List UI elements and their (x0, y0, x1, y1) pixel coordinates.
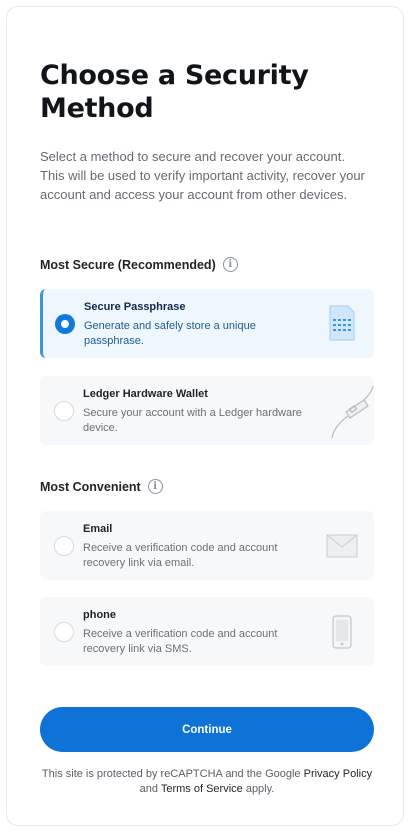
option-secure-passphrase[interactable]: Secure Passphrase Generate and safely st… (40, 289, 374, 358)
option-description: Receive a verification code and account … (83, 542, 278, 569)
legal-and: and (139, 782, 161, 795)
option-description: Generate and safely store a unique passp… (84, 320, 256, 347)
info-icon[interactable]: i (147, 479, 163, 494)
option-ledger-hardware-wallet[interactable]: Ledger Hardware Wallet Secure your accou… (40, 376, 374, 445)
security-method-card: Choose a Security Method Select a method… (6, 6, 404, 826)
radio-unselected[interactable] (54, 536, 74, 556)
page-description: Select a method to secure and recover yo… (40, 149, 365, 202)
section-heading-label: Most Secure (Recommended) (40, 257, 216, 272)
section-heading-most-secure: Most Secure (Recommended) i (40, 257, 238, 272)
info-icon[interactable]: i (222, 257, 238, 272)
radio-unselected[interactable] (54, 622, 74, 642)
recaptcha-notice: This site is protected by reCAPTCHA and … (40, 767, 374, 796)
continue-button[interactable]: Continue (40, 707, 374, 752)
option-email[interactable]: Email Receive a verification code and ac… (40, 511, 374, 580)
section-heading-most-convenient: Most Convenient i (40, 479, 163, 494)
option-phone[interactable]: phone Receive a verification code and ac… (40, 597, 374, 666)
smartphone-icon (332, 615, 352, 649)
option-title: Email (83, 523, 113, 535)
option-description: Receive a verification code and account … (83, 628, 278, 655)
option-title: Secure Passphrase (84, 301, 186, 313)
option-title: Ledger Hardware Wallet (83, 388, 208, 400)
section-heading-label: Most Convenient (40, 479, 141, 494)
option-title: phone (83, 609, 116, 621)
option-description: Secure your account with a Ledger hardwa… (83, 407, 302, 434)
legal-suffix: apply. (242, 782, 275, 795)
terms-of-service-link[interactable]: Terms of Service (161, 783, 243, 795)
envelope-icon (326, 534, 358, 558)
page-title: Choose a Security Method (40, 60, 309, 124)
radio-unselected[interactable] (54, 401, 74, 421)
legal-prefix: This site is protected by reCAPTCHA and … (41, 768, 304, 780)
usb-device-icon (331, 385, 374, 438)
privacy-policy-link[interactable]: Privacy Policy (304, 768, 372, 780)
passphrase-document-icon (329, 305, 355, 341)
radio-selected[interactable] (55, 314, 75, 334)
